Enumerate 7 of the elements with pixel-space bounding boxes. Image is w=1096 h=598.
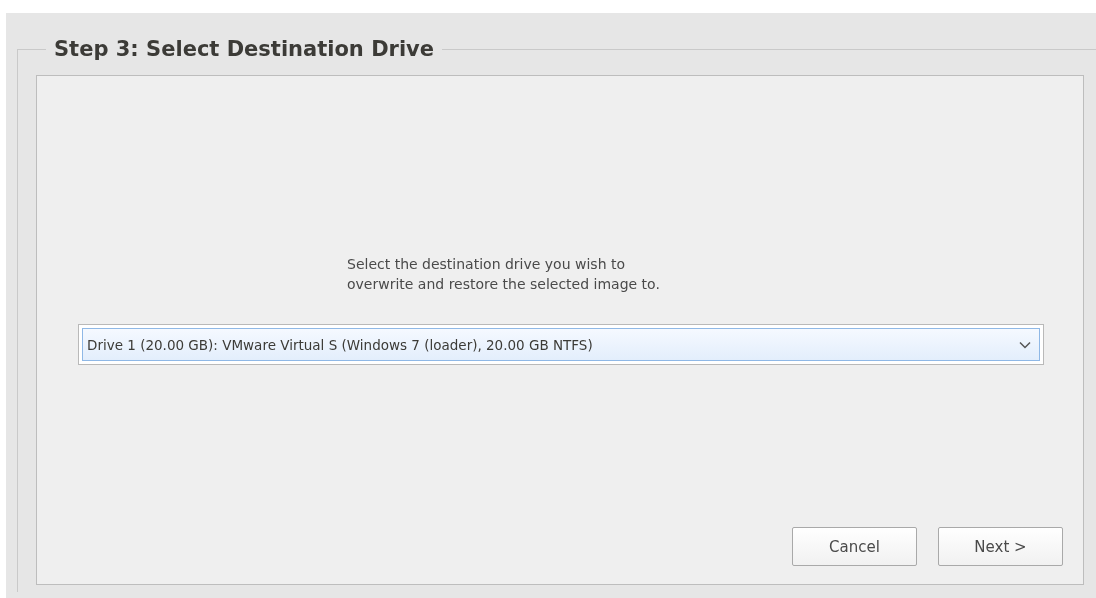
dropdown-value: Drive 1 (20.00 GB): VMware Virtual S (Windows 7 (loader), 20.00 GB NTFS): [87, 336, 593, 353]
chevron-down-icon: [1019, 340, 1031, 349]
wizard-button[interactable]: Cancel: [792, 527, 917, 566]
drive-dropdown[interactable]: Drive 1 (20.00 GB): VMware Virtual S (Windows 7 (loader), 20.00 GB NTFS): [78, 324, 1044, 365]
wizard-button[interactable]: Next >: [938, 527, 1063, 566]
instructions-text: Select the destination drive you wish to overwrite and restore the selected image to.: [347, 255, 661, 294]
group-title: Step 3: Select Destination Drive: [54, 37, 435, 61]
